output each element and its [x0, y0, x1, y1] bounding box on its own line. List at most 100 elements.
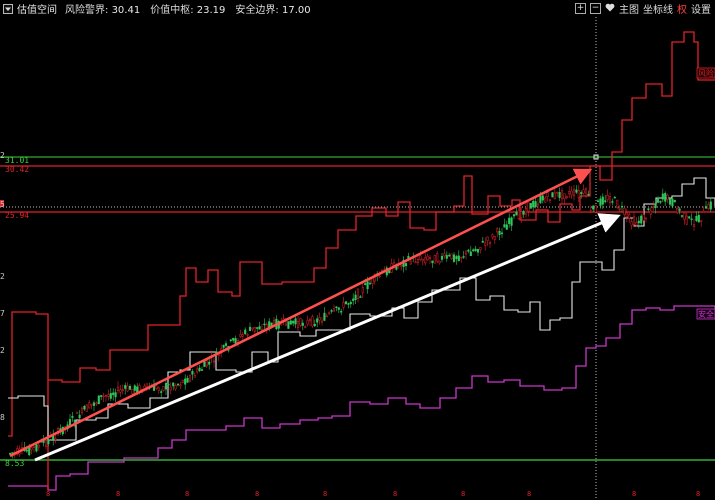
- safety-boundary-line: [8, 305, 715, 491]
- y-tick-fragment: 2: [0, 272, 5, 281]
- candle-body: [287, 321, 290, 329]
- candle-body: [366, 281, 369, 290]
- x-tick-label: 8: [527, 490, 531, 498]
- x-tick-label: 8: [255, 490, 259, 498]
- candle-body: [104, 394, 108, 397]
- candle-body: [462, 256, 465, 258]
- candle-body: [107, 394, 110, 397]
- candle-body: [668, 198, 672, 205]
- candle-body: [678, 208, 681, 211]
- candle-body: [416, 259, 420, 264]
- candle-body: [570, 190, 573, 196]
- candle-body: [133, 385, 136, 391]
- candle-body: [54, 438, 57, 441]
- candle-body: [565, 196, 568, 199]
- candle-body: [560, 190, 564, 200]
- candle-body: [35, 444, 38, 452]
- candle-body: [246, 334, 249, 336]
- candle-body: [200, 369, 204, 371]
- x-tick-label: 8: [185, 490, 189, 498]
- candle-body: [532, 200, 535, 208]
- candle-body: [311, 316, 314, 327]
- candle-body: [248, 326, 252, 331]
- candle-body: [664, 193, 667, 202]
- candle-body: [347, 303, 350, 305]
- candle-body: [88, 402, 91, 409]
- candle-body: [337, 307, 340, 310]
- candle-body: [438, 260, 441, 264]
- candle-body: [188, 375, 192, 382]
- candle-body: [368, 282, 372, 285]
- risk-boundary-line: [8, 31, 715, 490]
- candle-body: [452, 254, 456, 262]
- price-chart[interactable]: 风险 安全 31.01 30.42 25.94 8.53 2 5 2 7 2 8…: [0, 0, 715, 500]
- candle-body: [400, 264, 403, 267]
- x-tick-label: 8: [393, 490, 397, 498]
- y-tick-fragment: 2: [0, 151, 5, 160]
- candle-body: [251, 327, 254, 330]
- candle-body: [145, 383, 148, 388]
- candle-body: [95, 402, 98, 405]
- candle-body: [179, 384, 182, 387]
- candle-body: [174, 385, 177, 390]
- candle-body: [335, 306, 338, 309]
- candle-body: [527, 202, 530, 212]
- y-tick-fragment: 8: [0, 413, 5, 422]
- candle-body: [440, 255, 444, 260]
- candle-body: [256, 327, 259, 329]
- candle-body: [332, 308, 336, 312]
- candle-body: [167, 383, 170, 386]
- candle-body: [683, 212, 686, 220]
- candle-body: [460, 256, 463, 259]
- candle-body: [421, 258, 424, 262]
- candle-body: [198, 367, 201, 372]
- candle-body: [596, 200, 600, 202]
- candle-body: [47, 439, 50, 445]
- candle-body: [486, 236, 489, 241]
- candle-body: [628, 214, 631, 219]
- candle-body: [328, 312, 331, 315]
- candle-body: [652, 206, 655, 209]
- candle-body: [498, 230, 501, 235]
- candle-body: [455, 256, 458, 260]
- candle-body: [71, 415, 74, 418]
- candle-body: [97, 395, 100, 405]
- candle-body: [618, 208, 621, 210]
- candle-body: [608, 196, 612, 204]
- candle-body: [469, 251, 472, 257]
- candle-body: [419, 255, 422, 260]
- candle-body: [349, 302, 352, 305]
- candlestick-series: [8, 184, 712, 459]
- candle-body: [544, 197, 547, 203]
- candle-body: [224, 343, 228, 346]
- candle-body: [582, 189, 585, 194]
- candle-body: [404, 263, 408, 267]
- candle-body: [359, 296, 362, 298]
- candle-body: [443, 253, 446, 257]
- candle-body: [304, 326, 307, 328]
- candle-body: [30, 447, 33, 450]
- candle-body: [80, 407, 84, 413]
- candle-body: [212, 360, 216, 363]
- candle-body: [450, 253, 453, 259]
- candle-body: [356, 288, 360, 299]
- candle-body: [37, 444, 40, 448]
- candle-body: [433, 255, 436, 264]
- candle-body: [222, 344, 225, 348]
- y-tick-fragment: 5: [0, 200, 5, 209]
- candle-body: [515, 211, 518, 216]
- risk-series-label: 风险: [698, 68, 714, 78]
- candle-body: [169, 386, 172, 391]
- candle-body: [551, 192, 554, 198]
- x-tick-label: 8: [632, 490, 636, 498]
- candle-body: [155, 385, 158, 389]
- candle-body: [625, 212, 628, 218]
- candle-body: [553, 192, 556, 199]
- candle-body: [556, 191, 559, 194]
- candle-body: [592, 205, 595, 210]
- candle-body: [308, 319, 312, 322]
- candle-body: [131, 388, 134, 394]
- candle-body: [342, 302, 345, 308]
- candle-body: [613, 196, 616, 199]
- candle-body: [539, 196, 542, 204]
